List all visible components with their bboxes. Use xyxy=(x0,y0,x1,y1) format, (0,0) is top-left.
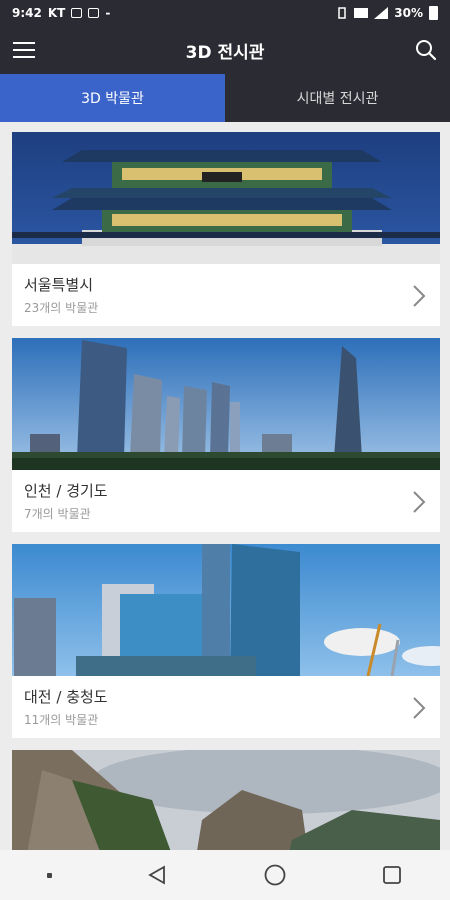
mountain-image xyxy=(12,750,440,850)
back-icon[interactable] xyxy=(146,864,168,886)
card-body: 인천 / 경기도 7개의 박물관 xyxy=(12,470,440,532)
glass-tower-image xyxy=(12,544,440,676)
museum-region-list: 서울특별시 23개의 박물관 인천 / 경기도 7개의 박물관 대전 / 충청도… xyxy=(0,122,450,850)
status-bar: 9:42 KT - 30% xyxy=(0,0,450,26)
card-body: 서울특별시 23개의 박물관 xyxy=(12,264,440,326)
battery-percent: 30% xyxy=(394,6,423,20)
status-right: 30% xyxy=(336,6,438,20)
museum-count: 7개의 박물관 xyxy=(24,507,91,521)
region-title: 인천 / 경기도 xyxy=(24,482,108,500)
region-card-seoul[interactable]: 서울특별시 23개의 박물관 xyxy=(12,132,440,326)
museum-count: 23개의 박물관 xyxy=(24,301,99,315)
vibrate-icon xyxy=(338,7,347,19)
region-card-incheon-gyeonggi[interactable]: 인천 / 경기도 7개의 박물관 xyxy=(12,338,440,532)
battery-icon xyxy=(429,6,438,20)
status-left: 9:42 KT - xyxy=(12,6,110,20)
tab-3d-museum[interactable]: 3D 박물관 xyxy=(0,74,225,122)
home-icon[interactable] xyxy=(263,863,287,887)
lte-icon xyxy=(354,8,369,18)
region-card-mountain[interactable] xyxy=(12,750,440,850)
palace-image xyxy=(12,132,440,264)
region-card-daejeon-chungcheong[interactable]: 대전 / 충청도 11개의 박물관 xyxy=(12,544,440,738)
dash-icon: - xyxy=(105,6,111,20)
card-body: 대전 / 충청도 11개의 박물관 xyxy=(12,676,440,738)
nav-dot-icon xyxy=(47,872,53,878)
museum-count: 11개의 박물관 xyxy=(24,713,99,727)
page-title: 3D 전시관 xyxy=(185,42,265,63)
status-time: 9:42 xyxy=(12,6,42,20)
region-title: 대전 / 충청도 xyxy=(24,688,108,706)
status-carrier: KT xyxy=(47,6,66,20)
chevron-right-icon xyxy=(413,285,426,307)
recent-apps-icon[interactable] xyxy=(381,864,403,886)
region-title: 서울특별시 xyxy=(24,276,94,294)
app-bar: 3D 전시관 xyxy=(0,26,450,74)
signal-icon xyxy=(374,7,389,19)
system-nav-bar xyxy=(0,850,450,900)
message-icon xyxy=(88,8,100,18)
search-icon[interactable] xyxy=(402,26,450,74)
tab-bar: 3D 박물관 시대별 전시관 xyxy=(0,74,450,122)
skyline-image xyxy=(12,338,440,470)
tab-era-exhibition[interactable]: 시대별 전시관 xyxy=(225,74,450,122)
chevron-right-icon xyxy=(413,697,426,719)
notification-icon xyxy=(71,8,83,18)
hamburger-menu-icon[interactable] xyxy=(0,26,48,74)
chevron-right-icon xyxy=(413,491,426,513)
